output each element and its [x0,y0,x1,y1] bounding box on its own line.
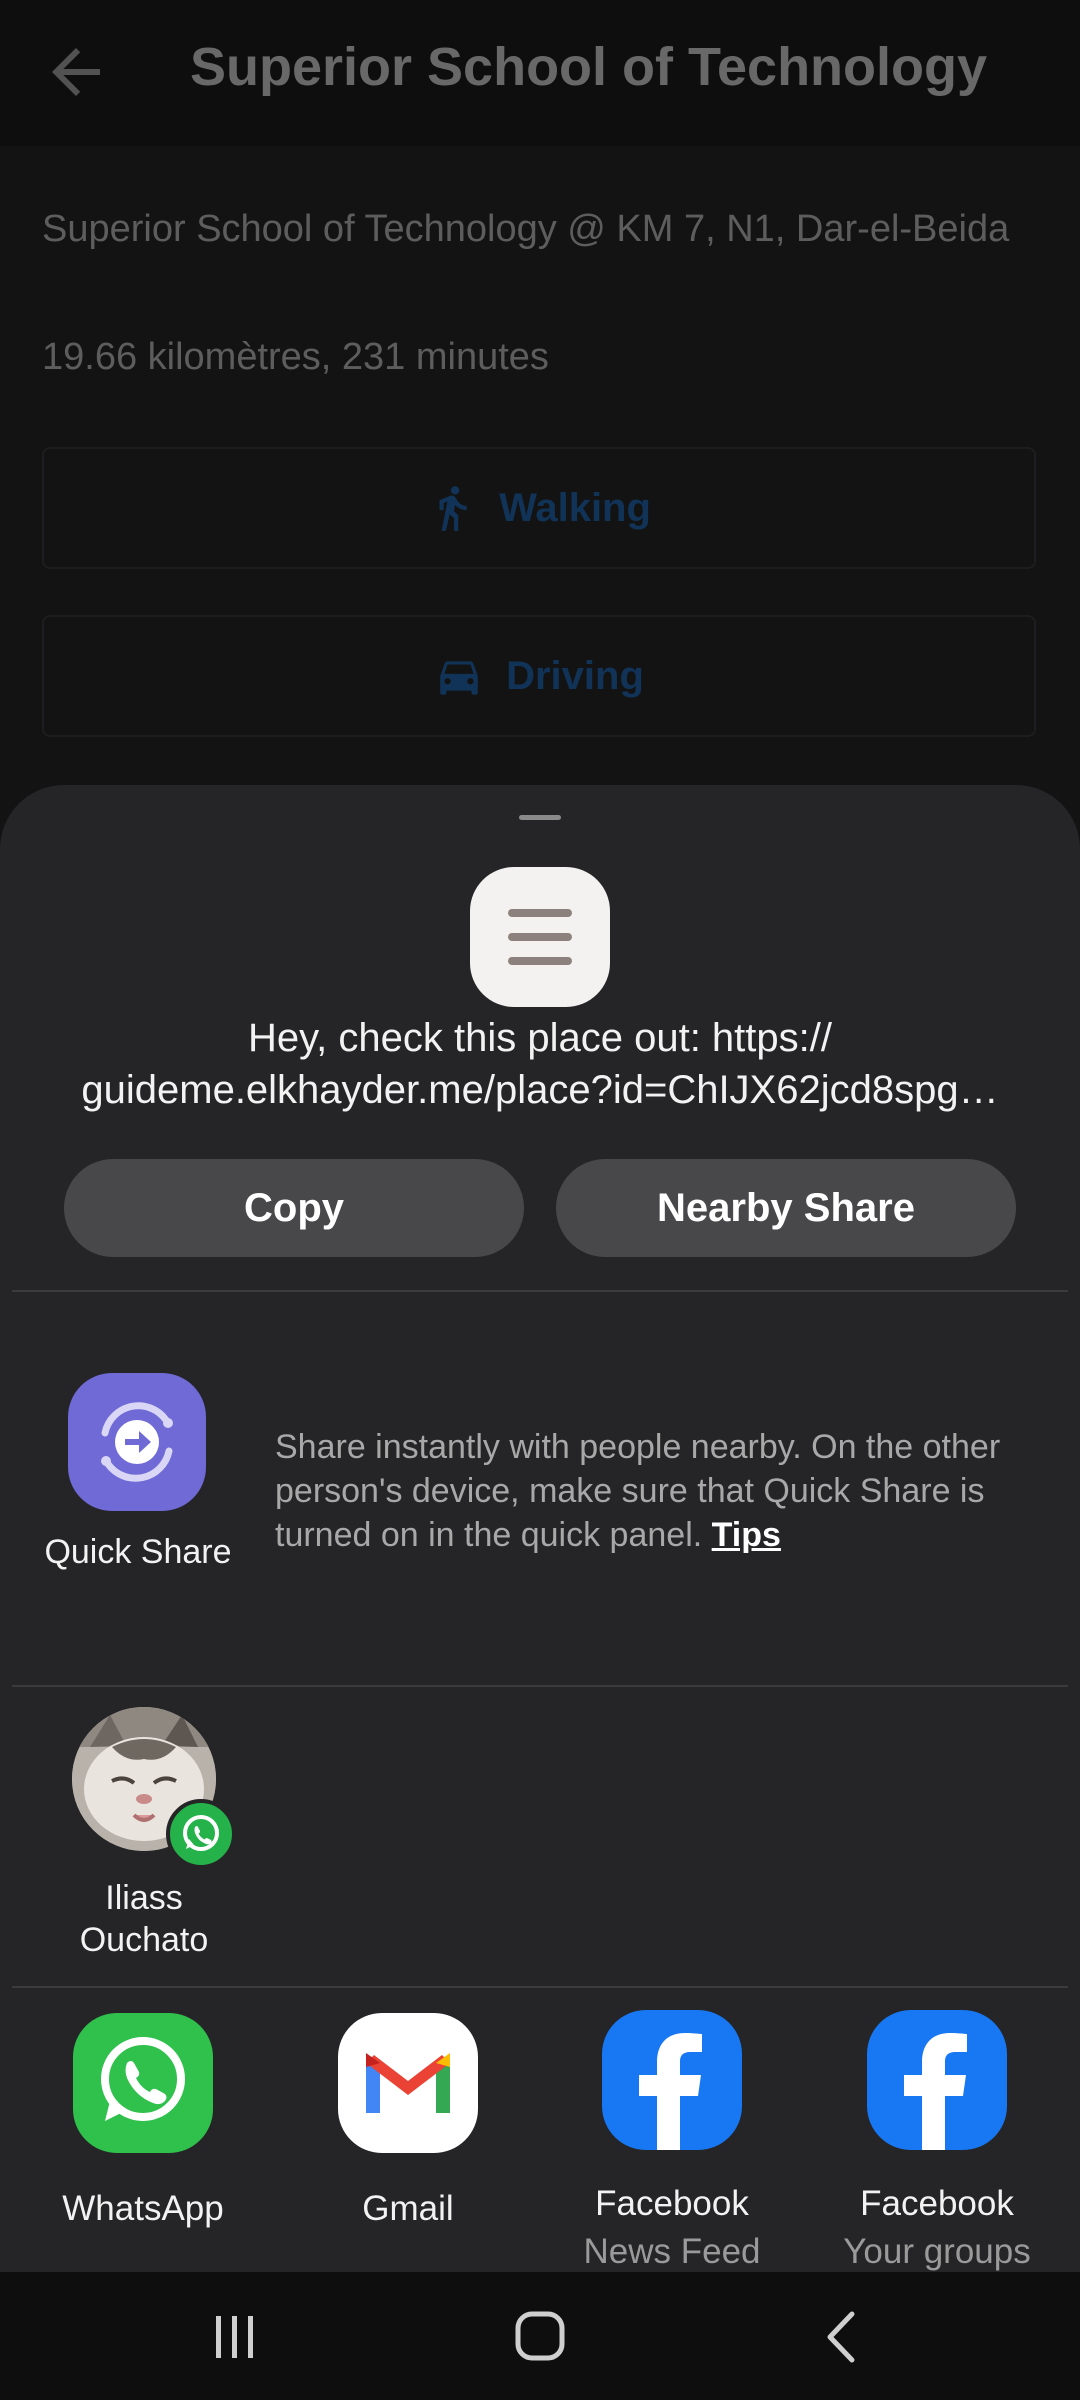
tips-link[interactable]: Tips [712,1516,781,1554]
drag-handle[interactable] [519,815,561,820]
quick-share-icon[interactable] [68,1373,206,1511]
system-navigation-bar [0,2272,1080,2400]
app-sub-label: News Feed [583,2232,761,2271]
app-label: WhatsApp [62,2189,224,2228]
recents-icon[interactable] [210,2314,260,2360]
quick-share-label: Quick Share [44,1533,232,1571]
menu-icon [470,867,610,1007]
contact-first-name: Iliass [105,1879,183,1917]
quick-share-description-text: Share instantly with people nearby. On t… [275,1428,1001,1554]
divider [12,1290,1068,1292]
gmail-icon [338,2013,478,2153]
divider [12,1685,1068,1687]
app-label: Gmail [362,2189,454,2228]
facebook-icon [602,2010,742,2150]
back-icon[interactable] [822,2310,862,2364]
contact-last-name: Ouchato [79,1921,209,1959]
app-label: Facebook Your groups [805,2180,1069,2276]
nearby-share-button[interactable]: Nearby Share [556,1159,1016,1257]
share-preview-text: Hey, check this place out: https:// guid… [40,1012,1040,1116]
quick-share-description: Share instantly with people nearby. On t… [275,1425,1035,1557]
facebook-icon [867,2010,1007,2150]
share-text-line-2: guideme.elkhayder.me/place?id=ChIJX62jcd… [81,1068,999,1112]
contact-name[interactable]: Iliass Ouchato [40,1877,248,1961]
whatsapp-icon [166,1799,236,1869]
copy-button[interactable]: Copy [64,1159,524,1257]
share-text-line-1: Hey, check this place out: https:// [248,1016,832,1060]
share-sheet: Hey, check this place out: https:// guid… [0,785,1080,2272]
app-label: Facebook News Feed [540,2180,804,2276]
app-sub-label: Your groups [843,2232,1031,2271]
whatsapp-icon [73,2013,213,2153]
app-name: Facebook [595,2184,749,2223]
divider [12,1986,1068,1988]
home-icon[interactable] [514,2310,566,2362]
app-name: Facebook [860,2184,1014,2223]
